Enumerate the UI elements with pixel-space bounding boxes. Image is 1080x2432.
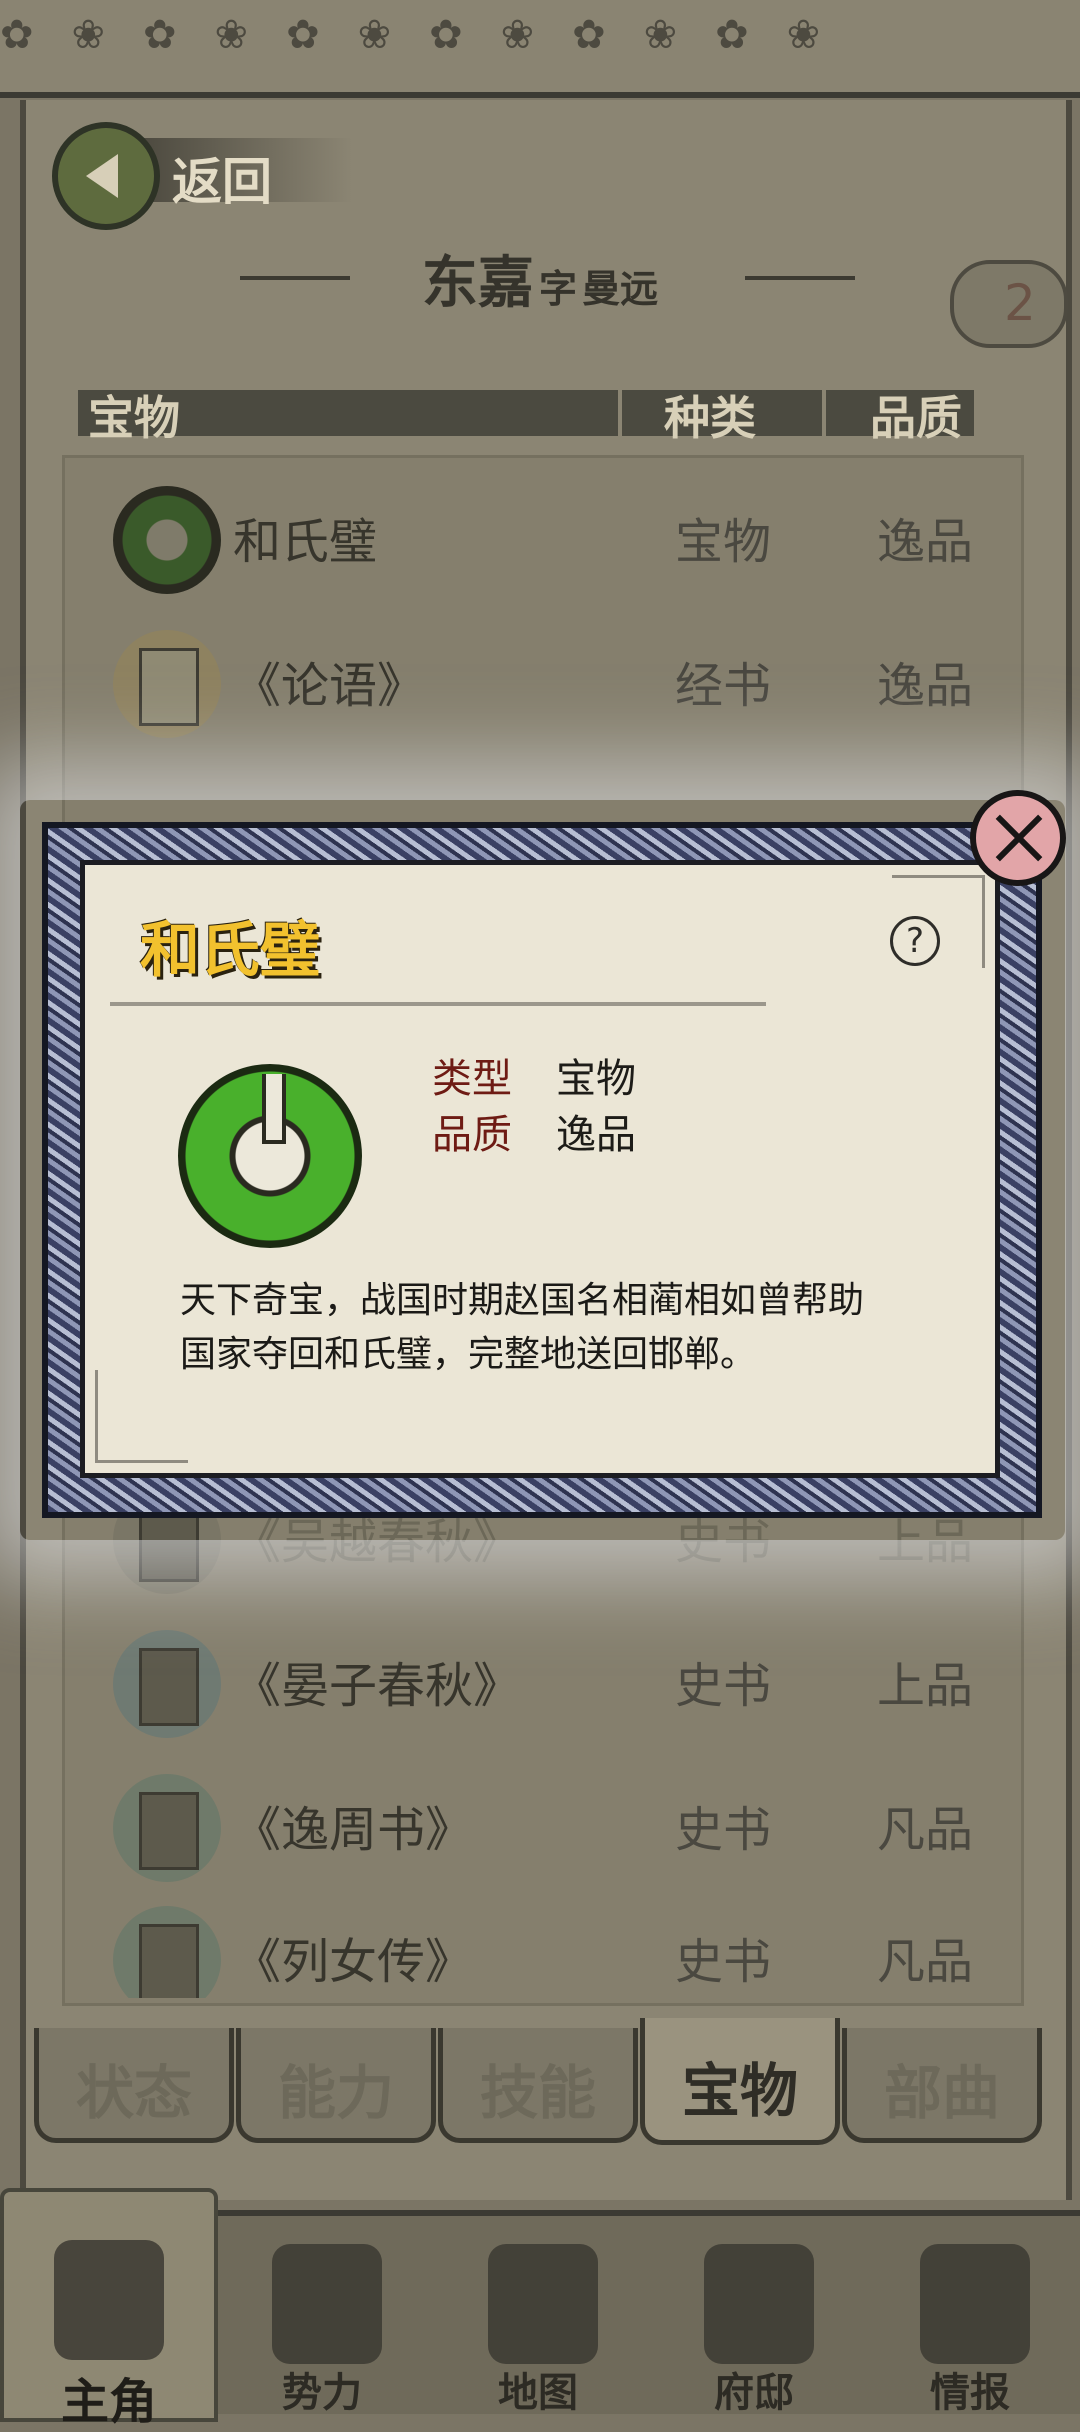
nav-intel[interactable]: 情报 bbox=[870, 2216, 1070, 2416]
top-decor-band: ✿❀✿❀✿❀✿❀✿❀✿❀ bbox=[0, 0, 1080, 98]
mansion-icon bbox=[704, 2244, 814, 2364]
back-button[interactable]: 返回 bbox=[52, 122, 352, 230]
list-item[interactable]: 《论语》 经书 逸品 bbox=[65, 602, 1021, 746]
character-name: 东嘉 字 曼远 bbox=[240, 238, 840, 318]
list-item[interactable]: 《列女传》 史书 凡品 bbox=[65, 1878, 1021, 1998]
col-quality: 品质 bbox=[870, 391, 962, 445]
bottom-nav: 主角 势力 地图 府邸 情报 bbox=[0, 2188, 1080, 2430]
tab-status[interactable]: 状态 bbox=[34, 2028, 234, 2143]
detail-tabs: 状态 能力 技能 宝物 部曲 bbox=[30, 2018, 1060, 2145]
flag-icon bbox=[272, 2244, 382, 2364]
cloud-badge[interactable]: 2 bbox=[950, 260, 1068, 350]
tab-ability[interactable]: 能力 bbox=[236, 2028, 436, 2143]
jade-disc-icon bbox=[113, 486, 221, 594]
quality-label: 品质 bbox=[432, 1112, 512, 1158]
tab-skill[interactable]: 技能 bbox=[438, 2028, 638, 2143]
tab-treasure[interactable]: 宝物 bbox=[640, 2018, 840, 2145]
type-label: 类型 bbox=[432, 1056, 512, 1102]
nav-mansion[interactable]: 府邸 bbox=[654, 2216, 854, 2416]
item-description: 天下奇宝，战国时期赵国名相蔺相如曾帮助 国家夺回和氏璧，完整地送回邯郸。 bbox=[180, 1280, 865, 1375]
help-icon[interactable]: ? bbox=[890, 916, 940, 966]
list-item[interactable]: 《逸周书》 史书 凡品 bbox=[65, 1746, 1021, 1890]
tab-troops[interactable]: 部曲 bbox=[842, 2028, 1042, 2143]
back-label: 返回 bbox=[172, 152, 272, 211]
scroll-icon bbox=[920, 2244, 1030, 2364]
modal-title: 和氏璧 bbox=[140, 916, 320, 986]
col-item: 宝物 bbox=[88, 391, 180, 445]
list-item[interactable]: 《晏子春秋》 史书 上品 bbox=[65, 1602, 1021, 1746]
quality-value: 逸品 bbox=[556, 1112, 636, 1158]
jade-disc-icon bbox=[178, 1064, 362, 1248]
char-name: 东嘉 bbox=[421, 250, 534, 316]
nav-protagonist[interactable]: 主角 bbox=[0, 2188, 218, 2430]
table-header: 宝物 种类 品质 bbox=[78, 390, 974, 445]
col-type: 种类 bbox=[664, 391, 756, 445]
book-icon bbox=[113, 630, 221, 738]
book-icon bbox=[113, 1906, 221, 1998]
back-arrow-icon bbox=[52, 122, 160, 230]
nav-map[interactable]: 地图 bbox=[438, 2216, 638, 2416]
corner-ornament bbox=[95, 1370, 188, 1463]
nav-faction[interactable]: 势力 bbox=[222, 2216, 422, 2416]
close-button[interactable] bbox=[970, 790, 1066, 886]
badge-count: 2 bbox=[1004, 274, 1036, 332]
floral-pattern: ✿❀✿❀✿❀✿❀✿❀✿❀ bbox=[0, 12, 859, 58]
title-divider bbox=[110, 1002, 766, 1006]
courtesy-prefix: 字 bbox=[538, 266, 577, 311]
book-icon bbox=[113, 1774, 221, 1882]
warrior-icon bbox=[54, 2240, 164, 2360]
book-icon bbox=[113, 1630, 221, 1738]
map-icon bbox=[488, 2244, 598, 2364]
list-item[interactable]: 和氏璧 宝物 逸品 bbox=[65, 458, 1021, 602]
type-value: 宝物 bbox=[556, 1056, 636, 1102]
courtesy-name: 曼远 bbox=[582, 266, 659, 311]
